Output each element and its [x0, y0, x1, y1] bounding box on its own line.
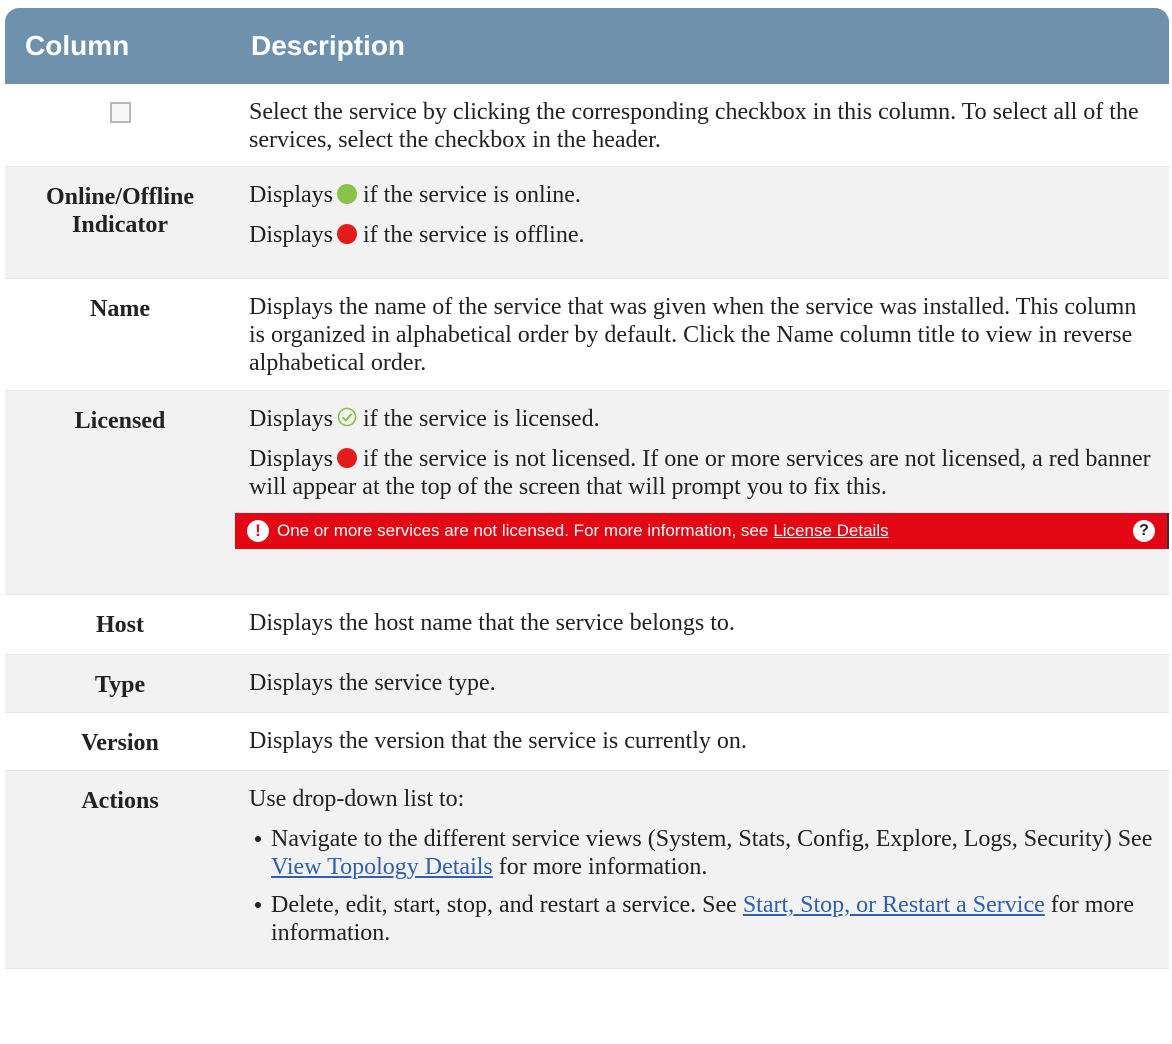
offline-pre-text: Displays — [249, 222, 333, 248]
version-description: Displays the version that the service is… — [249, 728, 747, 754]
checkbox-description: Select the service by clicking the corre… — [249, 99, 1139, 153]
bullet-icon — [255, 836, 261, 842]
checkbox-icon — [109, 102, 131, 123]
licensed-pre-text: Displays — [249, 406, 333, 432]
offline-dot-icon — [337, 224, 357, 244]
description-cell: Displays the service type. — [235, 654, 1169, 713]
type-description: Displays the service type. — [249, 670, 496, 696]
actions-list: Navigate to the different service views … — [249, 825, 1157, 947]
bullet-icon — [255, 902, 261, 908]
table-row-version: Version Displays the version that the se… — [5, 712, 1169, 771]
online-label: Online/Offline Indicator — [5, 166, 235, 279]
host-label: Host — [5, 594, 235, 655]
name-label: Name — [5, 278, 235, 391]
checkbox-cell — [5, 84, 235, 167]
item1-text: Navigate to the different service views … — [271, 826, 1153, 852]
unlicensed-dot-icon — [337, 448, 357, 468]
start-stop-restart-link[interactable]: Start, Stop, or Restart a Service — [743, 892, 1045, 918]
table-row-checkbox: Select the service by clicking the corre… — [5, 84, 1169, 167]
table-row-licensed: Licensed Displays if the service is licen… — [5, 390, 1169, 595]
licensed-label: Licensed — [5, 390, 235, 595]
description-cell: Displays if the service is licensed. Disp… — [235, 390, 1169, 595]
description-cell: Use drop-down list to: Navigate to the d… — [235, 770, 1169, 969]
description-cell: Displays the version that the service is… — [235, 712, 1169, 771]
table-row-type: Type Displays the service type. — [5, 654, 1169, 713]
host-description: Displays the host name that the service … — [249, 610, 735, 636]
online-post-text: if the service is online. — [363, 182, 581, 208]
table-row-host: Host Displays the host name that the ser… — [5, 594, 1169, 655]
licensed-check-icon — [337, 407, 357, 427]
unlicensed-post-text: if the service is not licensed. If one o… — [249, 446, 1151, 500]
table-row-name: Name Displays the name of the service th… — [5, 278, 1169, 391]
header-description: Description — [235, 8, 1169, 84]
unlicensed-line: Displays if the service is not licensed. … — [249, 445, 1157, 501]
header-column: Column — [5, 8, 235, 84]
actions-intro: Use drop-down list to: — [249, 786, 465, 812]
exclamation-icon: ! — [247, 520, 269, 542]
description-cell: Displays if the service is online. Displa… — [235, 166, 1169, 279]
table-header-row: Column Description — [5, 8, 1169, 84]
list-item: Delete, edit, start, stop, and restart a… — [249, 891, 1157, 947]
name-description: Displays the name of the service that wa… — [249, 294, 1137, 376]
license-warning-banner: ! One or more services are not licensed.… — [235, 513, 1169, 549]
list-item: Navigate to the different service views … — [249, 825, 1157, 881]
description-cell: Select the service by clicking the corre… — [235, 84, 1169, 167]
help-icon[interactable]: ? — [1133, 520, 1155, 542]
type-label: Type — [5, 654, 235, 713]
offline-line: Displays if the service is offline. — [249, 221, 1157, 249]
table-row-online: Online/Offline Indicator Displays if the … — [5, 166, 1169, 279]
description-cell: Displays the host name that the service … — [235, 594, 1169, 655]
columns-table: Column Description Select the service by… — [5, 8, 1169, 969]
licensed-line: Displays if the service is licensed. — [249, 405, 1157, 433]
banner-text: One or more services are not licensed. F… — [277, 521, 769, 540]
item2-text: Delete, edit, start, stop, and restart a… — [271, 892, 737, 918]
license-details-link[interactable]: License Details — [773, 517, 888, 545]
table-row-actions: Actions Use drop-down list to: Navigate … — [5, 770, 1169, 969]
description-cell: Displays the name of the service that wa… — [235, 278, 1169, 391]
online-pre-text: Displays — [249, 182, 333, 208]
view-topology-details-link[interactable]: View Topology Details — [271, 854, 493, 880]
unlicensed-pre-text: Displays — [249, 446, 333, 472]
licensed-post-text: if the service is licensed. — [363, 406, 600, 432]
offline-post-text: if the service is offline. — [363, 222, 585, 248]
online-line: Displays if the service is online. — [249, 181, 1157, 209]
online-dot-icon — [337, 184, 357, 204]
version-label: Version — [5, 712, 235, 771]
item1-post-text: for more information. — [498, 854, 708, 880]
actions-label: Actions — [5, 770, 235, 969]
